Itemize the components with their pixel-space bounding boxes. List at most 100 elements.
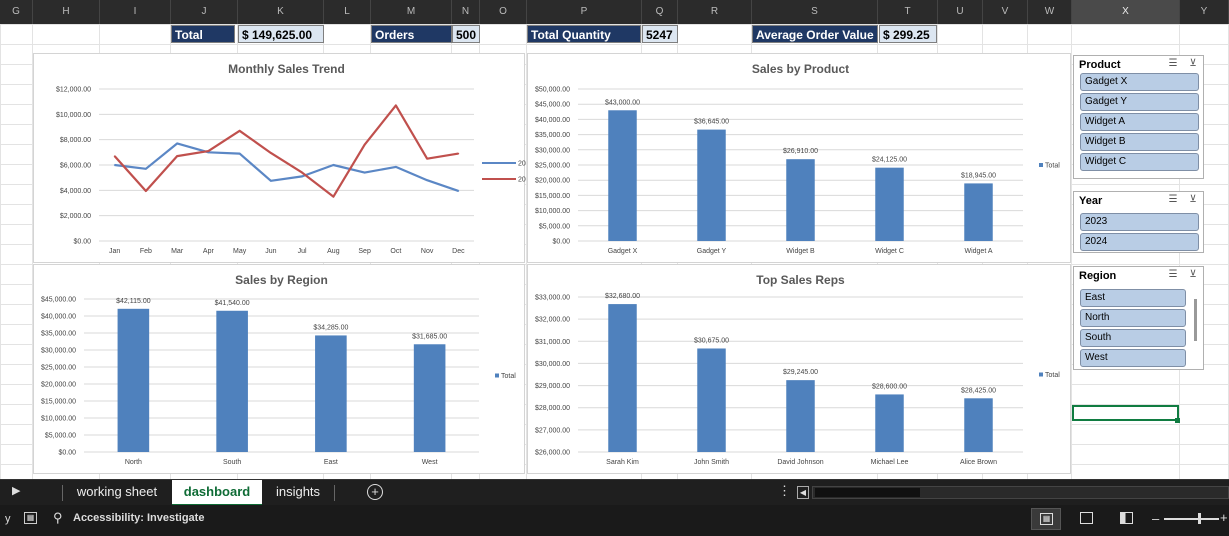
horizontal-scrollbar[interactable] [812, 486, 1229, 499]
slicer-year-item[interactable]: 2023 [1080, 213, 1199, 231]
more-options-icon[interactable]: ⋮ [778, 483, 791, 499]
y-tick-label: $25,000.00 [41, 365, 76, 372]
tab-working-sheet[interactable]: working sheet [66, 480, 168, 506]
slicer-product-item[interactable]: Widget B [1080, 133, 1199, 151]
zoom-slider[interactable] [1164, 518, 1219, 520]
tab-scroll-right-icon[interactable]: ▶ [12, 484, 20, 497]
legend-label: Total [1045, 372, 1060, 379]
bar [697, 129, 726, 241]
selected-cell[interactable] [1072, 405, 1179, 421]
clear-filter-icon[interactable]: ⊻ [1186, 269, 1200, 281]
column-header-p[interactable]: P [527, 0, 642, 24]
x-tick-label: Widget C [875, 248, 904, 255]
page-layout-view-button[interactable] [1080, 512, 1093, 524]
column-header-q[interactable]: Q [642, 0, 678, 24]
clear-filter-icon[interactable]: ⊻ [1186, 58, 1200, 70]
kpi-total-sales-value[interactable]: $ 149,625.00 [238, 25, 324, 43]
legend-label: Total [501, 373, 516, 380]
scroll-left-button[interactable]: ◀ [797, 486, 809, 499]
chart-sales-by-product[interactable]: Sales by Product $0.00 $5,000.00 $10,000.00… [527, 53, 1071, 263]
y-tick-label: $33,000.00 [535, 295, 570, 302]
scrollbar-thumb[interactable] [815, 488, 920, 497]
accessibility-icon[interactable]: ⚲ [53, 510, 63, 526]
slicer-product-item[interactable]: Gadget Y [1080, 93, 1199, 111]
tab-dashboard[interactable]: dashboard [172, 480, 262, 506]
slicer-product-item[interactable]: Widget C [1080, 153, 1199, 171]
chart-svg: Monthly Sales Trend $0.00 $2,000.00 $4,000.… [56, 62, 526, 255]
column-header-x[interactable]: X [1072, 0, 1180, 24]
kpi-total-qty-value[interactable]: 5247 [642, 25, 678, 43]
slicer-scrollbar[interactable] [1194, 299, 1197, 341]
data-point [113, 164, 116, 166]
column-header-g[interactable]: G [0, 0, 33, 24]
bar [117, 308, 150, 452]
column-header-i[interactable]: I [100, 0, 171, 24]
y-tick-label: $28,000.00 [535, 405, 570, 412]
kpi-total-sales-label[interactable]: Total Sales [171, 25, 235, 60]
y-tick-label: $6,000.00 [60, 163, 91, 170]
x-tick-label: Sarah Kim [606, 459, 639, 466]
chart-monthly-sales-trend[interactable]: Monthly Sales Trend $0.00 $2,000.00 $4,000.… [33, 53, 526, 263]
chart-title: Sales by Region [235, 273, 328, 287]
chart-top-sales-reps[interactable]: Top Sales Reps $26,000.00 $27,000.00 $28,00… [527, 264, 1071, 474]
zoom-in-button[interactable]: + [1220, 510, 1228, 525]
slicer-region-item[interactable]: West [1080, 349, 1186, 367]
y-tick-label: $15,000.00 [41, 399, 76, 406]
column-header-r[interactable]: R [678, 0, 752, 24]
slicer-product-item[interactable]: Gadget X [1080, 73, 1199, 91]
zoom-out-button[interactable]: – [1152, 511, 1159, 526]
column-header-v[interactable]: V [983, 0, 1028, 24]
x-tick-label: Mar [171, 248, 184, 255]
data-point [332, 164, 335, 166]
add-sheet-button[interactable]: + [367, 484, 383, 500]
kpi-orders-count-label[interactable]: Orders Count [371, 25, 452, 60]
column-header-l[interactable]: L [324, 0, 371, 24]
slicer-product[interactable]: Product ☰ ⊻ Gadget X Gadget Y Widget A Widg… [1073, 55, 1204, 179]
data-label: $32,680.00 [605, 293, 640, 300]
slicer-region[interactable]: Region ☰ ⊻ East North South West [1073, 266, 1204, 370]
fill-handle[interactable] [1175, 418, 1180, 423]
column-header-u[interactable]: U [938, 0, 983, 24]
column-header-m[interactable]: M [371, 0, 452, 24]
column-header-t[interactable]: T [878, 0, 938, 24]
kpi-avg-order-label[interactable]: Average Order Value [752, 25, 878, 43]
cell-mode-icon[interactable]: ▦ [24, 512, 37, 524]
multiselect-icon[interactable]: ☰ [1166, 269, 1180, 281]
column-header-h[interactable]: H [33, 0, 100, 24]
slicer-region-item[interactable]: East [1080, 289, 1186, 307]
slicer-region-item[interactable]: South [1080, 329, 1186, 347]
normal-view-button[interactable]: ▦ [1031, 508, 1061, 530]
page-break-view-button[interactable] [1120, 512, 1133, 524]
clear-filter-icon[interactable]: ⊻ [1186, 194, 1200, 206]
x-tick-label: East [324, 459, 338, 466]
kpi-total-qty-label[interactable]: Total Quantity Sold [527, 25, 641, 60]
multiselect-icon[interactable]: ☰ [1166, 58, 1180, 70]
x-tick-label: Sep [358, 248, 371, 255]
bar [964, 398, 993, 452]
column-header-y[interactable]: Y [1180, 0, 1229, 24]
slicer-year-item[interactable]: 2024 [1080, 233, 1199, 251]
data-label: $30,675.00 [694, 337, 729, 344]
column-header-s[interactable]: S [752, 0, 878, 24]
column-header-j[interactable]: J [171, 0, 238, 24]
y-tick-label: $27,000.00 [535, 427, 570, 434]
kpi-avg-order-value[interactable]: $ 299.25 [879, 25, 937, 43]
x-tick-label: Gadget Y [697, 248, 727, 255]
zoom-slider-thumb[interactable] [1198, 513, 1201, 524]
x-tick-label: Michael Lee [871, 459, 909, 466]
chart-sales-by-region[interactable]: Sales by Region $0.00 $5,000.00 $10,000.00 $… [33, 264, 525, 474]
slicer-product-item[interactable]: Widget A [1080, 113, 1199, 131]
column-header-o[interactable]: O [480, 0, 527, 24]
column-header-w[interactable]: W [1028, 0, 1072, 24]
column-header-n[interactable]: N [452, 0, 480, 24]
data-point [457, 152, 460, 155]
tab-insights[interactable]: insights [266, 480, 330, 506]
accessibility-status[interactable]: Accessibility: Investigate [73, 512, 204, 524]
slicer-year[interactable]: Year ☰ ⊻ 2023 2024 [1073, 191, 1204, 253]
y-tick-label: $5,000.00 [539, 223, 570, 230]
kpi-orders-count-value[interactable]: 500 [452, 25, 480, 43]
y-tick-label: $31,000.00 [535, 339, 570, 346]
multiselect-icon[interactable]: ☰ [1166, 194, 1180, 206]
column-header-k[interactable]: K [238, 0, 324, 24]
slicer-region-item[interactable]: North [1080, 309, 1186, 327]
